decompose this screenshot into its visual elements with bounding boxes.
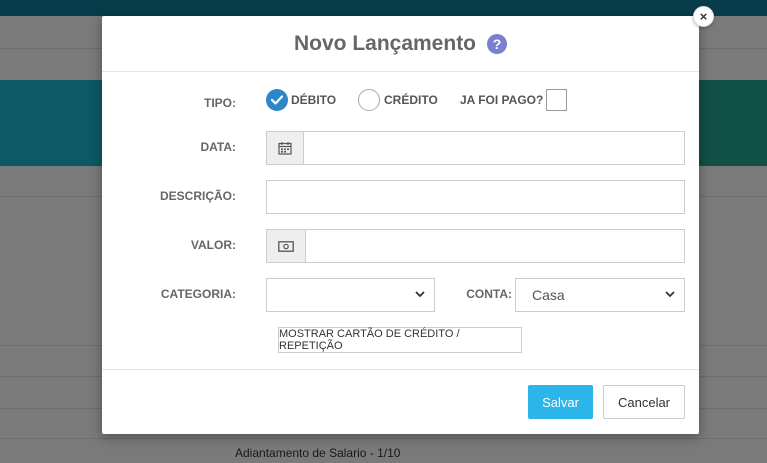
conta-label: CONTA: xyxy=(466,287,512,301)
data-input[interactable] xyxy=(303,131,685,165)
close-icon[interactable]: × xyxy=(693,6,714,27)
check-icon xyxy=(270,95,284,105)
descricao-input[interactable] xyxy=(266,180,685,214)
valor-label: VALOR: xyxy=(190,238,236,252)
debito-label[interactable]: DÉBITO xyxy=(291,93,336,107)
valor-input[interactable] xyxy=(305,229,685,263)
categoria-select[interactable] xyxy=(266,278,435,312)
debito-radio[interactable] xyxy=(266,89,288,111)
conta-select[interactable]: Casa xyxy=(515,278,685,312)
descricao-label: DESCRIÇÃO: xyxy=(159,189,236,203)
chevron-down-icon xyxy=(665,291,675,298)
credito-label[interactable]: CRÉDITO xyxy=(384,93,438,107)
pago-label: JA FOI PAGO? xyxy=(460,93,544,107)
modal-footer-divider xyxy=(102,369,699,370)
pago-checkbox[interactable] xyxy=(546,89,567,111)
modal-header: Novo Lançamento ? xyxy=(102,16,699,72)
save-button[interactable]: Salvar xyxy=(528,385,593,419)
credito-radio[interactable] xyxy=(358,89,380,111)
chevron-down-icon xyxy=(415,291,425,298)
data-label: DATA: xyxy=(200,140,236,154)
show-credit-card-repeat-button[interactable]: MOSTRAR CARTÃO DE CRÉDITO / REPETIÇÃO xyxy=(278,327,522,353)
cancel-button[interactable]: Cancelar xyxy=(603,385,685,419)
modal-title: Novo Lançamento xyxy=(293,31,477,55)
tipo-label: TIPO: xyxy=(204,96,236,110)
calendar-icon[interactable] xyxy=(266,131,304,165)
money-icon xyxy=(266,229,306,263)
conta-value: Casa xyxy=(532,287,565,303)
question-circle-icon[interactable]: ? xyxy=(487,33,508,54)
categoria-label: CATEGORIA: xyxy=(160,287,236,301)
new-entry-modal: Novo Lançamento ? TIPO: DÉBITO CRÉDITO J… xyxy=(102,16,699,434)
